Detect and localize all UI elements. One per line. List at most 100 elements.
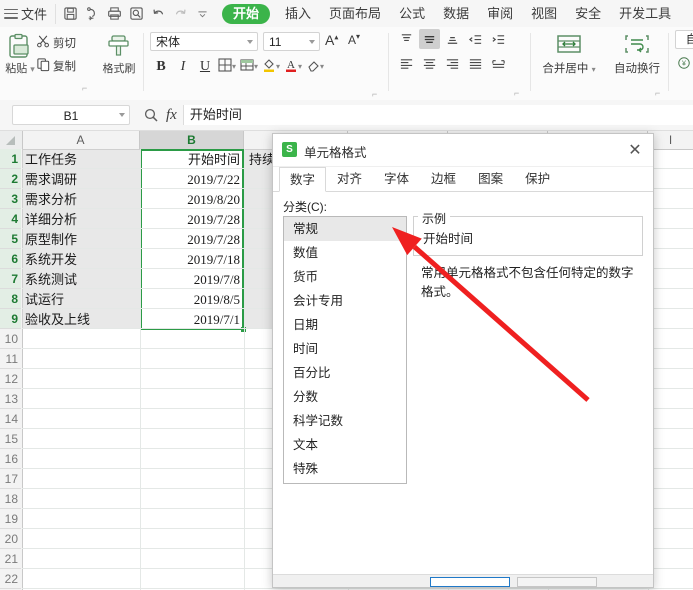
category-item-8[interactable]: 科学记数 (284, 409, 406, 433)
row-header-15[interactable]: 15 (0, 429, 21, 449)
underline-button[interactable]: U (194, 56, 216, 77)
cell-B8[interactable]: 2019/8/5 (142, 290, 240, 309)
align-right-button[interactable] (442, 53, 463, 73)
row-header-11[interactable]: 11 (0, 349, 21, 369)
cell-B6[interactable]: 2019/7/18 (142, 250, 240, 269)
formula-input[interactable]: 开始时间 (182, 105, 693, 125)
distribute-button[interactable] (488, 53, 509, 73)
category-item-6[interactable]: 百分比 (284, 361, 406, 385)
bold-button[interactable]: B (150, 56, 172, 77)
tab-start[interactable]: 开始 (222, 3, 271, 24)
paste-button[interactable]: 粘贴 ▾ (2, 33, 38, 76)
tab-developer[interactable]: 开发工具 (610, 2, 680, 26)
cut-button[interactable]: 剪切 (36, 34, 76, 52)
cell-B4[interactable]: 2019/7/28 (142, 210, 240, 229)
row-header-8[interactable]: 8 (0, 289, 21, 309)
select-all-corner[interactable] (0, 131, 23, 149)
fx-icon[interactable]: fx (166, 107, 177, 124)
grow-font-button[interactable]: A▴ (325, 32, 338, 48)
cell-A6[interactable]: 系统开发 (25, 250, 137, 269)
row-header-22[interactable]: 22 (0, 569, 21, 589)
font-dialog-launcher[interactable]: ⌐ (372, 89, 377, 99)
justify-button[interactable] (465, 53, 486, 73)
row-header-6[interactable]: 6 (0, 249, 21, 269)
tab-insert[interactable]: 插入 (276, 2, 320, 26)
increase-indent-button[interactable] (488, 29, 509, 49)
row-header-19[interactable]: 19 (0, 509, 21, 529)
save-icon[interactable] (60, 4, 80, 24)
merge-group-launcher[interactable]: ⌐ (655, 88, 660, 98)
row-header-4[interactable]: 4 (0, 209, 21, 229)
row-header-14[interactable]: 14 (0, 409, 21, 429)
align-middle-button[interactable] (419, 29, 440, 49)
cell-B5[interactable]: 2019/7/28 (142, 230, 240, 249)
row-header-9[interactable]: 9 (0, 309, 21, 329)
currency-button[interactable]: ¥ (675, 54, 693, 75)
font-size-input[interactable]: 11 (263, 32, 320, 51)
merge-center-button[interactable]: 合并居中 ▾ (536, 31, 602, 76)
ok-button[interactable] (430, 577, 510, 587)
column-header-i[interactable]: I (648, 131, 693, 149)
dialog-tab-alignment[interactable]: 对齐 (326, 166, 373, 191)
category-item-7[interactable]: 分数 (284, 385, 406, 409)
category-item-3[interactable]: 会计专用 (284, 289, 406, 313)
cell-B2[interactable]: 2019/7/22 (142, 170, 240, 189)
cell-B3[interactable]: 2019/8/20 (142, 190, 240, 209)
clear-format-button[interactable]: ▾ (304, 56, 326, 77)
fill-color-button[interactable]: ▾ (260, 56, 282, 77)
cell-B9[interactable]: 2019/7/1 (142, 310, 240, 329)
cell-A9[interactable]: 验收及上线 (25, 310, 137, 329)
row-header-1[interactable]: 1 (0, 149, 21, 169)
row-header-12[interactable]: 12 (0, 369, 21, 389)
category-item-9[interactable]: 文本 (284, 433, 406, 457)
decrease-indent-button[interactable] (465, 29, 486, 49)
column-header-b[interactable]: B (140, 131, 244, 149)
cell-A7[interactable]: 系统测试 (25, 270, 137, 289)
tab-data[interactable]: 数据 (434, 2, 478, 26)
row-header-18[interactable]: 18 (0, 489, 21, 509)
align-center-button[interactable] (419, 53, 440, 73)
cell-A5[interactable]: 原型制作 (25, 230, 137, 249)
category-item-11[interactable]: 自定义 (284, 481, 406, 483)
font-size-chevron-icon[interactable] (309, 40, 315, 44)
alignment-dialog-launcher[interactable]: ⌐ (514, 88, 519, 98)
clipboard-dialog-launcher[interactable]: ⌐ (82, 83, 87, 93)
cell-A8[interactable]: 试运行 (25, 290, 137, 309)
redo-icon[interactable] (170, 4, 190, 24)
category-item-5[interactable]: 时间 (284, 337, 406, 361)
cancel-button[interactable] (517, 577, 597, 587)
cell-A2[interactable]: 需求调研 (25, 170, 137, 189)
row-header-7[interactable]: 7 (0, 269, 21, 289)
name-box-chevron-icon[interactable] (119, 113, 125, 117)
row-header-10[interactable]: 10 (0, 329, 21, 349)
output-icon[interactable] (82, 4, 102, 24)
dialog-tab-protection[interactable]: 保护 (514, 166, 561, 191)
cell-A4[interactable]: 详细分析 (25, 210, 137, 229)
tab-view[interactable]: 视图 (522, 2, 566, 26)
row-header-5[interactable]: 5 (0, 229, 21, 249)
row-header-2[interactable]: 2 (0, 169, 21, 189)
cell-B1[interactable]: 开始时间 (142, 150, 240, 169)
align-left-button[interactable] (396, 53, 417, 73)
format-painter-button[interactable]: 格式刷 (97, 33, 141, 76)
tab-review[interactable]: 审阅 (478, 2, 522, 26)
tab-security[interactable]: 安全 (566, 2, 610, 26)
copy-button[interactable]: 复制 (36, 57, 76, 75)
font-color-button[interactable]: A ▾ (282, 56, 304, 77)
category-item-2[interactable]: 货币 (284, 265, 406, 289)
category-item-1[interactable]: 数值 (284, 241, 406, 265)
dialog-tab-pattern[interactable]: 图案 (467, 166, 514, 191)
tab-formula[interactable]: 公式 (390, 2, 434, 26)
category-listbox[interactable]: 常规数值货币会计专用日期时间百分比分数科学记数文本特殊自定义 (283, 216, 407, 484)
file-menu-button[interactable]: 文件 (19, 4, 53, 23)
shrink-font-button[interactable]: A▾ (348, 32, 360, 47)
hamburger-menu-icon[interactable] (3, 7, 19, 21)
close-icon[interactable]: ✕ (625, 140, 645, 160)
font-name-input[interactable]: 宋体 (150, 32, 258, 51)
dialog-tab-border[interactable]: 边框 (420, 166, 467, 191)
number-format-select[interactable]: 自定义 (675, 30, 693, 49)
search-icon[interactable] (138, 105, 164, 125)
align-bottom-button[interactable] (442, 29, 463, 49)
align-top-button[interactable] (396, 29, 417, 49)
row-header-20[interactable]: 20 (0, 529, 21, 549)
